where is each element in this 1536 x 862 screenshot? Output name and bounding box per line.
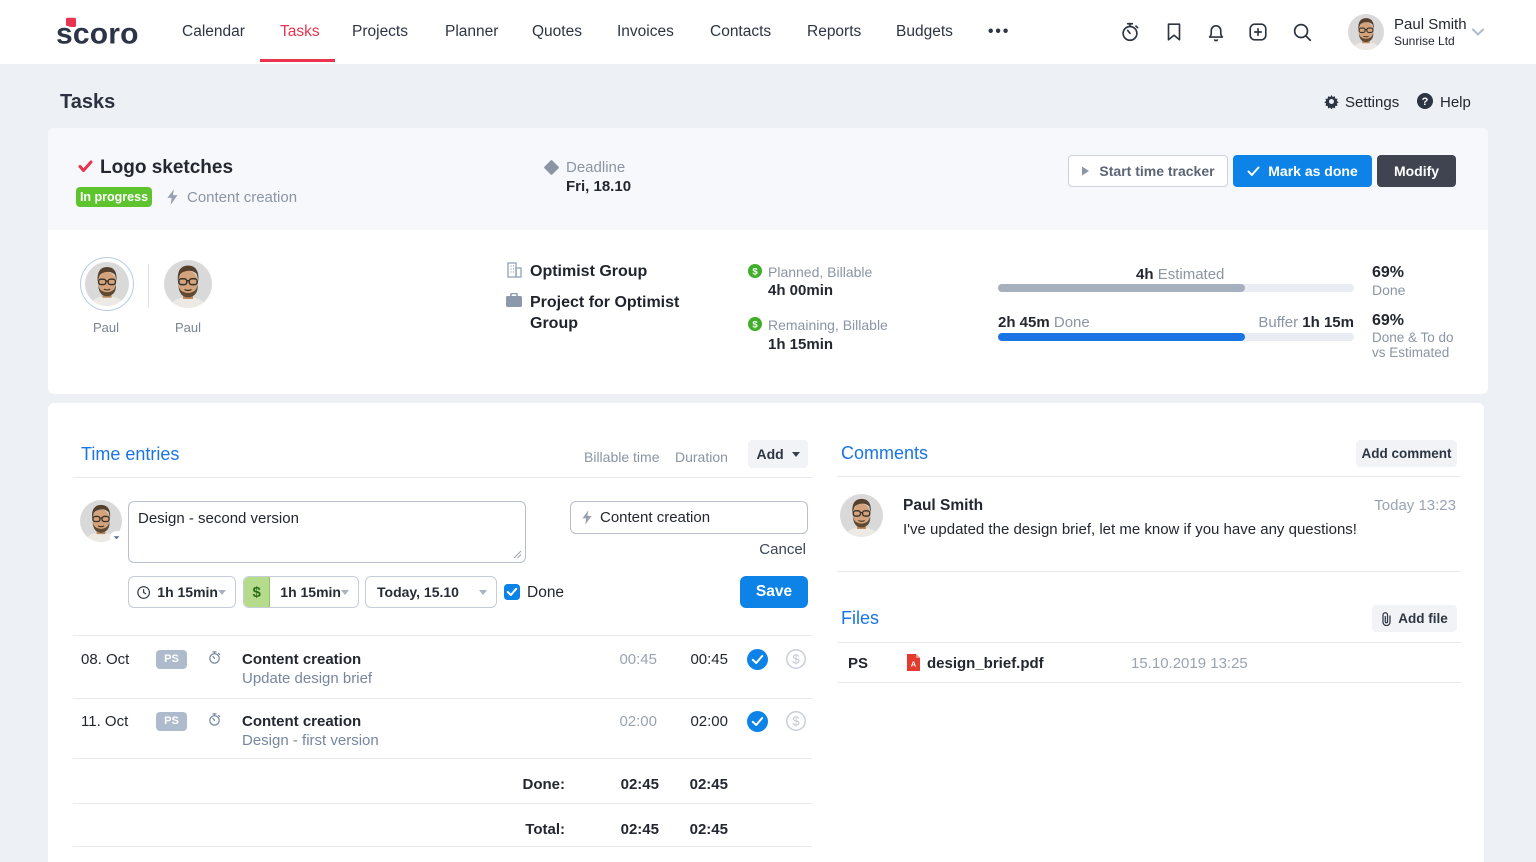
svg-text:$: $ [792,652,800,667]
svg-text:A: A [911,660,917,669]
svg-text:scoro: scoro [56,18,139,51]
svg-text:$: $ [752,267,758,278]
svg-text:$: $ [792,714,800,729]
svg-text:?: ? [1422,96,1429,108]
svg-text:$: $ [752,320,758,331]
